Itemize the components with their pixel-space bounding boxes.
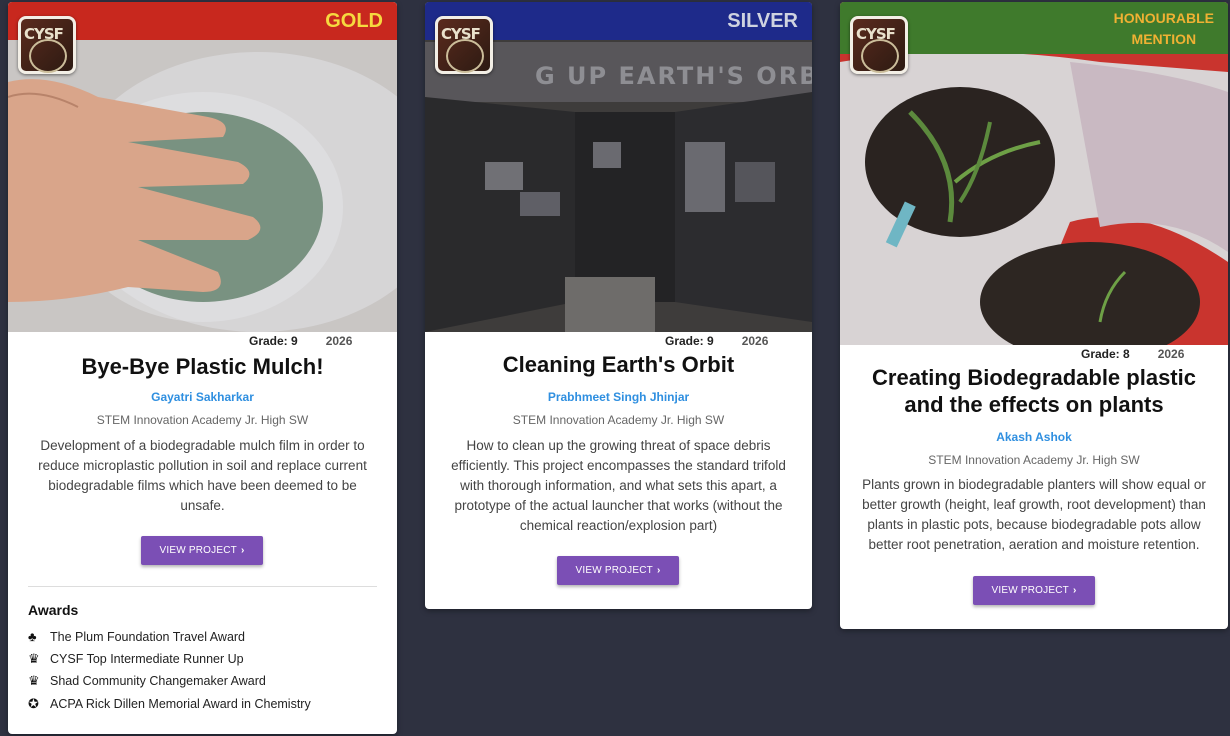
author-link[interactable]: Gayatri Sakharkar <box>8 390 397 404</box>
view-project-button[interactable]: VIEW PROJECT › <box>557 556 679 585</box>
year-label: 2026 <box>325 334 353 348</box>
award-item: ♛ CYSF Top Intermediate Runner Up <box>28 651 244 666</box>
author-link[interactable]: Akash Ashok <box>840 430 1228 444</box>
project-title: Creating Biodegradable plastic and the ef… <box>872 365 1196 417</box>
chevron-right-icon: › <box>240 545 245 556</box>
award-item: ♛ Shad Community Changemaker Award <box>28 673 266 688</box>
place-label: GOLD <box>325 10 383 32</box>
award-item: ✪ ACPA Rick Dillen Memorial Award in Chem… <box>28 696 311 711</box>
maple-leaf-icon: ♣ <box>28 629 37 644</box>
year-label: 2026 <box>1157 347 1185 361</box>
project-card-gold: GOLD CYSF Grade: 9 2026 Bye-Bye Plastic M… <box>8 2 397 734</box>
cysf-logo-icon: CYSF <box>850 16 908 74</box>
place-label: SILVER <box>727 10 798 32</box>
trophy-icon: ♛ <box>28 673 40 688</box>
chevron-right-icon: › <box>656 565 661 576</box>
grade-year-row: Grade: 9 2026 <box>249 334 352 348</box>
grade-label: Grade: 9 <box>665 334 714 348</box>
award-item: ♣ The Plum Foundation Travel Award <box>28 629 246 644</box>
author-link[interactable]: Prabhmeet Singh Jhinjar <box>425 390 812 404</box>
cysf-logo-icon: CYSF <box>435 16 493 74</box>
school-name: STEM Innovation Academy Jr. High SW <box>928 453 1140 467</box>
project-description: How to clean up the growing threat of sp… <box>451 438 786 533</box>
grade-year-row: Grade: 8 2026 <box>1081 347 1184 361</box>
view-project-button[interactable]: VIEW PROJECT › <box>141 536 263 565</box>
school-name: STEM Innovation Academy Jr. High SW <box>96 413 309 427</box>
project-card-honourable-mention: HONOURABLE MENTION CYSF Grade: 8 2026 Crea… <box>840 2 1228 629</box>
cysf-logo-icon: CYSF <box>18 16 76 74</box>
grade-label: Grade: 9 <box>249 334 298 348</box>
project-title: Bye-Bye Plastic Mulch! <box>81 354 324 379</box>
trophy-icon: ♛ <box>28 651 40 666</box>
ribbon-icon: ✪ <box>28 696 39 711</box>
grade-label: Grade: 8 <box>1081 347 1130 361</box>
school-name: STEM Innovation Academy Jr. High SW <box>512 413 725 427</box>
project-description: Development of a biodegradable mulch fil… <box>38 438 367 513</box>
project-description: Plants grown in biodegradable planters w… <box>862 477 1206 552</box>
chevron-right-icon: › <box>1072 585 1077 596</box>
place-label: HONOURABLE MENTION <box>1113 10 1214 47</box>
year-label: 2026 <box>741 334 769 348</box>
svg-text:G UP EARTH'S ORBIT: G UP EARTH'S ORBIT <box>535 62 812 90</box>
grade-year-row: Grade: 9 2026 <box>665 334 768 348</box>
view-project-button[interactable]: VIEW PROJECT › <box>973 576 1095 605</box>
project-title: Cleaning Earth's Orbit <box>502 352 735 377</box>
project-card-silver: G UP EARTH'S ORBIT SILVER CYSF Grade: 9 2… <box>425 2 812 609</box>
divider <box>28 586 377 587</box>
awards-heading: Awards <box>28 602 79 618</box>
